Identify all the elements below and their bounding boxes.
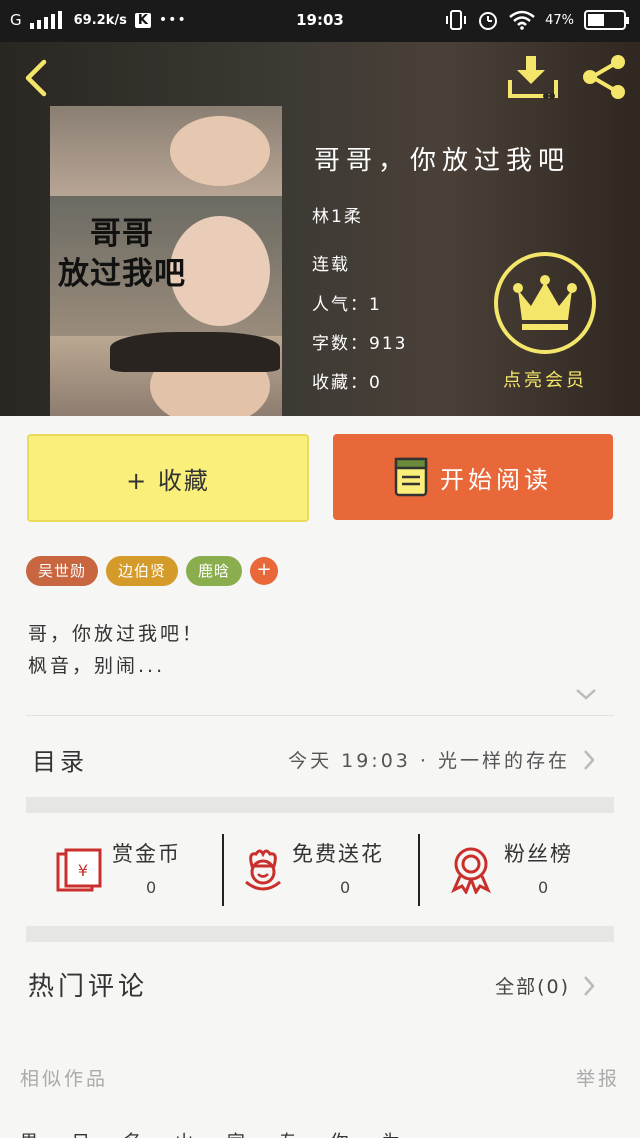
tag-item[interactable]: 边伯贤 [106, 556, 179, 586]
tag-item[interactable]: 鹿晗 [186, 556, 243, 586]
book-favorites: 收藏：0 [312, 373, 382, 393]
vibrate-icon [446, 10, 467, 30]
book-popularity: 人气：1 [312, 295, 382, 315]
tag-list: 吴世勋 边伯贤 鹿晗 + [26, 556, 279, 586]
stat-name: 免费送花 [292, 842, 384, 866]
stat-value: 0 [146, 878, 157, 897]
svg-text:¥: ¥ [78, 861, 88, 880]
crown-icon [513, 275, 577, 330]
vip-button[interactable] [494, 252, 596, 354]
download-icon[interactable] [506, 54, 560, 100]
support-stats: ¥ 赏金币 0 免费送花 0 粉丝榜 0 [26, 830, 614, 910]
start-reading-label: 开始阅读 [440, 465, 552, 494]
similar-works-list[interactable]: 男 只 名 山 家 专 你 为 [20, 1128, 414, 1138]
back-icon[interactable] [18, 58, 58, 98]
status-bar: G 69.2k/s K ••• 19:03 47% [0, 0, 640, 42]
chevron-right-icon [584, 976, 595, 996]
book-icon [394, 457, 428, 497]
book-word-count: 字数：913 [312, 334, 408, 354]
reward-coins[interactable]: ¥ 赏金币 0 [26, 830, 222, 906]
fan-ranking[interactable]: 粉丝榜 0 [420, 830, 614, 906]
chevron-down-icon[interactable] [574, 686, 598, 702]
wifi-icon [509, 10, 535, 30]
share-icon[interactable] [578, 54, 630, 100]
medal-icon [451, 847, 491, 894]
book-header: 哥哥 放过我吧 哥哥，你放过我吧 林1柔 连载 人气：1 字数：913 收藏：0… [0, 42, 640, 416]
stat-value: 0 [538, 878, 549, 897]
battery-percent: 47% [545, 12, 574, 28]
book-description: 哥，你放过我吧！ 枫音，别闹... [28, 623, 205, 677]
table-of-contents-row[interactable]: 目录 今天 19:03 · 光一样的存在 [26, 732, 614, 788]
section-separator [26, 797, 614, 813]
book-status: 连载 [312, 255, 350, 275]
book-title: 哥哥，你放过我吧 [314, 146, 571, 176]
divider [26, 715, 614, 716]
battery-icon [584, 10, 629, 30]
flower-icon [245, 849, 281, 891]
hot-comments-row[interactable]: 热门评论 全部(0) [26, 960, 614, 1010]
similar-works-label: 相似作品 [20, 1068, 109, 1090]
start-reading-button[interactable]: 开始阅读 [333, 434, 613, 520]
free-flower[interactable]: 免费送花 0 [224, 830, 418, 906]
cover-title: 哥哥 放过我吧 [58, 216, 186, 292]
all-comments-link[interactable]: 全部(0) [495, 972, 570, 999]
stat-name: 赏金币 [112, 842, 181, 866]
toc-latest-chapter: 今天 19:03 · 光一样的存在 [288, 750, 570, 772]
report-button[interactable]: 举报 [576, 1064, 620, 1091]
stat-value: 0 [340, 878, 351, 897]
collect-button[interactable]: + 收藏 [27, 434, 309, 522]
add-tag-button[interactable]: + [250, 557, 279, 585]
alarm-icon [479, 12, 498, 30]
toc-label: 目录 [32, 748, 88, 776]
red-envelope-icon: ¥ [56, 848, 102, 892]
book-author[interactable]: 林1柔 [312, 202, 363, 227]
section-separator [26, 926, 614, 942]
book-cover[interactable]: 哥哥 放过我吧 [50, 106, 282, 416]
collect-label: + 收藏 [126, 466, 210, 495]
tag-item[interactable]: 吴世勋 [26, 556, 99, 586]
chevron-right-icon [584, 750, 595, 770]
stat-name: 粉丝榜 [504, 842, 573, 866]
hot-comments-label: 热门评论 [28, 972, 149, 1002]
vip-label[interactable]: 点亮会员 [490, 366, 600, 392]
